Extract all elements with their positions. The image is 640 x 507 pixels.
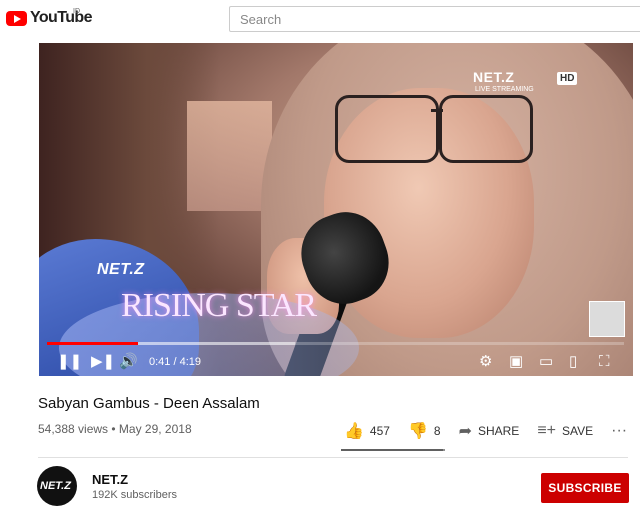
more-icon: ···: [611, 422, 628, 439]
time-display: 0:41 / 4:19: [149, 356, 201, 368]
cast-icon[interactable]: ▯: [569, 352, 577, 372]
glasses-left-lens: [335, 95, 439, 163]
player-controls: ❚❚ ▶❚ 🔊 0:41 / 4:19 ⚙ ▣ ▭ ▯ ⛶: [39, 349, 633, 376]
logo-text: YouTube: [30, 9, 92, 26]
thumbs-up-icon: 👍: [344, 423, 364, 440]
settings-icon[interactable]: ⚙: [479, 352, 492, 372]
video-title: Sabyan Gambus - Deen Assalam: [38, 395, 260, 412]
channel-avatar[interactable]: NET.Z: [37, 466, 77, 506]
progress-played: [47, 342, 139, 345]
channel-name[interactable]: NET.Z: [92, 472, 128, 487]
miniplayer-icon[interactable]: ▣: [509, 352, 523, 372]
thumbs-down-icon: 👎: [407, 423, 428, 440]
fullscreen-icon[interactable]: ⛶: [599, 352, 610, 372]
channel-watermark: NET.Z: [473, 69, 515, 85]
hd-badge: HD: [557, 72, 578, 85]
youtube-play-icon: [6, 10, 27, 26]
glasses-right-lens: [439, 95, 533, 163]
avatar-text: NET.Z: [40, 480, 71, 492]
show-channel-logo: NET.Z: [97, 261, 145, 278]
video-player[interactable]: NET.Z RISING STAR NET.Z LIVE STREAMING H…: [39, 43, 633, 376]
region-code: ID: [73, 8, 80, 15]
divider: [38, 457, 628, 458]
save-button[interactable]: ≡+ SAVE: [537, 422, 593, 440]
like-count: 457: [369, 424, 390, 438]
subscribe-button[interactable]: SUBSCRIBE: [541, 473, 629, 503]
volume-icon[interactable]: 🔊: [119, 352, 138, 372]
sentiment-like-fill: [341, 449, 443, 451]
show-title: RISING STAR: [121, 287, 317, 324]
dislike-count: 8: [433, 424, 441, 438]
corner-channel-logo[interactable]: [589, 301, 625, 337]
save-label: SAVE: [562, 424, 594, 438]
dislike-button[interactable]: 👎 8: [408, 421, 441, 441]
next-icon[interactable]: ▶❚: [91, 352, 115, 372]
watermark-subtitle: LIVE STREAMING: [475, 86, 534, 93]
video-background-light: [187, 101, 272, 211]
add-to-playlist-icon: ≡+: [537, 422, 556, 439]
share-label: SHARE: [477, 424, 520, 438]
glasses-bridge: [431, 109, 443, 112]
masthead: YouTube ID: [0, 0, 640, 40]
like-button[interactable]: 👍 457: [344, 421, 390, 441]
share-button[interactable]: ➦ SHARE: [459, 421, 520, 441]
share-icon: ➦: [458, 423, 472, 440]
pause-icon[interactable]: ❚❚: [57, 352, 82, 372]
sentiment-bar: [341, 449, 445, 451]
subscriber-count: 192K subscribers: [92, 489, 177, 501]
more-actions-button[interactable]: ···: [611, 422, 633, 440]
progress-bar[interactable]: [47, 342, 624, 345]
view-count-date: 54,388 views • May 29, 2018: [38, 422, 192, 436]
theater-icon[interactable]: ▭: [539, 352, 553, 372]
video-actions: 👍 457 👎 8 ➦ SHARE ≡+ SAVE ···: [344, 420, 640, 442]
search-input[interactable]: [229, 6, 640, 32]
